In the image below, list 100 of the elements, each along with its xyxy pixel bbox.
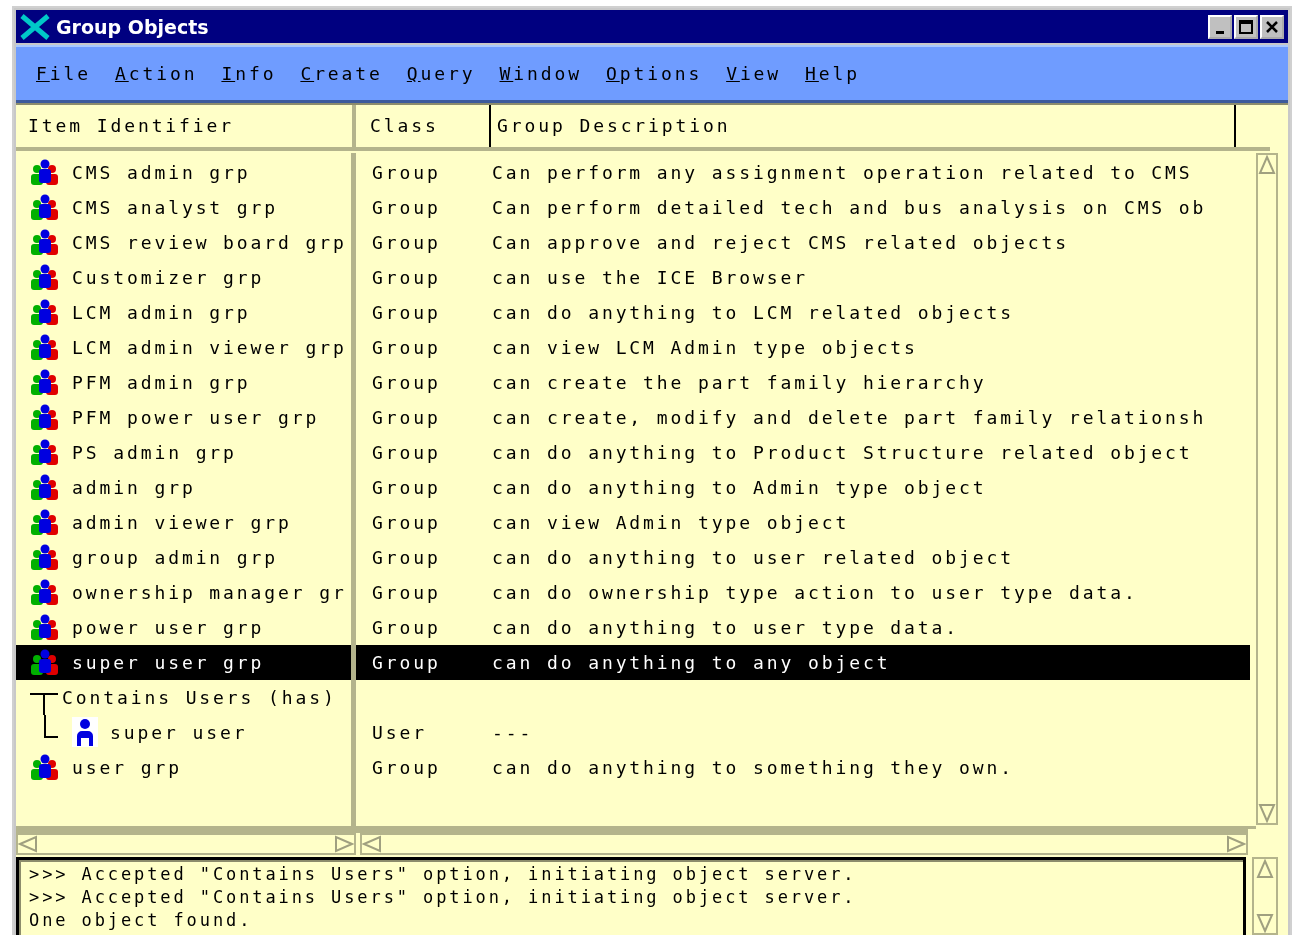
horizontal-scrollbar[interactable] [360, 832, 1248, 855]
item-name[interactable]: CMS analyst grp [72, 196, 279, 218]
vertical-scrollbar[interactable] [1252, 856, 1278, 935]
list-row[interactable]: super user [16, 714, 351, 750]
class-cell-text: Group [371, 266, 442, 288]
description-cell-text: can use the ICE Browser [492, 266, 809, 288]
class-cell-text: Group [371, 581, 442, 603]
description-cell-text: Can perform detailed tech and bus analysis on CMS ob [492, 196, 1208, 218]
person-icon [72, 717, 98, 748]
tree-node-label[interactable]: Contains Users (has) [62, 686, 337, 708]
group-icon [30, 544, 60, 571]
class-cell-text: Group [371, 196, 442, 218]
item-name[interactable]: admin viewer grp [72, 511, 292, 533]
item-name[interactable]: CMS review board grp [72, 231, 347, 253]
item-name[interactable]: PFM power user grp [72, 406, 320, 428]
class-cell-text: Group [371, 161, 442, 183]
list-row[interactable]: Contains Users (has) [16, 679, 351, 715]
item-name[interactable]: Customizer grp [72, 266, 265, 288]
message-line: One object found. [29, 908, 254, 932]
group-icon [30, 264, 60, 291]
window-title: Group Objects [56, 15, 210, 38]
list-row[interactable]: LCM admin grp [16, 294, 351, 330]
description-cell-text: can create the part family hierarchy [492, 371, 988, 393]
list-row[interactable]: ownership manager gr [16, 574, 351, 610]
item-name[interactable]: LCM admin grp [72, 301, 251, 323]
item-name[interactable]: PS admin grp [72, 441, 237, 463]
close-icon [1265, 19, 1279, 34]
menu-item[interactable]: View [726, 63, 782, 84]
description-cell-text: can do anything to LCM related objects [492, 301, 1015, 323]
minimize-button[interactable] [1208, 14, 1232, 39]
list-row[interactable]: super user grp [16, 644, 351, 680]
group-icon [30, 474, 60, 501]
group-icon [30, 299, 60, 326]
menu-item[interactable]: Action [114, 63, 198, 84]
description-cell-text: can do anything to Admin type object [492, 476, 988, 498]
group-icon [30, 439, 60, 466]
item-name[interactable]: super user [110, 721, 248, 743]
item-name[interactable]: LCM admin viewer grp [72, 336, 347, 358]
list-row[interactable]: admin grp [16, 469, 351, 505]
column-header[interactable]: Item Identifier [16, 104, 356, 147]
group-icon [30, 404, 60, 431]
item-name[interactable]: ownership manager gr [72, 581, 347, 603]
group-icon [30, 754, 60, 781]
list-row[interactable]: power user grp [16, 609, 351, 645]
group-icon [30, 509, 60, 536]
class-cell-text: Group [371, 511, 442, 533]
description-cell-text: can do anything to user type data. [492, 616, 961, 638]
description-cell-text: can view Admin type object [492, 511, 851, 533]
description-cell-text: can do anything to something they own. [492, 756, 1015, 778]
group-icon [30, 369, 60, 396]
menu-item[interactable]: Window [499, 63, 582, 84]
list-row[interactable]: CMS review board grp [16, 224, 351, 260]
scroll-right-icon [1226, 834, 1246, 853]
description-cell-text: can do anything to any object [492, 651, 892, 673]
item-name[interactable]: super user grp [72, 651, 265, 673]
column-header[interactable]: Group Description [491, 104, 1236, 147]
group-icon [30, 614, 60, 641]
minimize-icon [1216, 30, 1224, 34]
class-cell-text: Group [371, 476, 442, 498]
scroll-down-icon [1256, 911, 1274, 933]
message-line: >>> Accepted "Contains Users" option, initiating object server. [29, 885, 858, 909]
scroll-right-icon [334, 834, 354, 853]
item-name[interactable]: CMS admin grp [72, 161, 251, 183]
list-row[interactable]: PS admin grp [16, 434, 351, 470]
group-icon [30, 159, 60, 186]
item-name[interactable]: PFM admin grp [72, 371, 251, 393]
class-cell-text: Group [371, 756, 442, 778]
description-cell-text: Can perform any assignment operation related to CMS [492, 161, 1194, 183]
item-name[interactable]: user grp [72, 756, 182, 778]
list-row[interactable]: LCM admin viewer grp [16, 329, 351, 365]
item-name[interactable]: power user grp [72, 616, 265, 638]
close-button[interactable] [1260, 14, 1284, 39]
class-cell-text: Group [371, 336, 442, 358]
tree-branch-icon [44, 714, 60, 738]
list-row[interactable]: CMS admin grp [16, 154, 351, 190]
column-header[interactable]: Class [356, 104, 491, 147]
list-row[interactable]: user grp [16, 749, 351, 785]
list-row[interactable]: PFM admin grp [16, 364, 351, 400]
scroll-up-icon [1256, 858, 1274, 881]
class-cell-text: Group [371, 616, 442, 638]
scroll-left-icon [362, 834, 382, 853]
horizontal-scrollbar[interactable] [16, 832, 356, 855]
maximize-icon [1239, 19, 1253, 34]
description-cell-text: can view LCM Admin type objects [492, 336, 919, 358]
class-cell-text: User [371, 721, 428, 743]
item-name[interactable]: group admin grp [72, 546, 279, 568]
class-cell-text: Group [371, 406, 442, 428]
maximize-button[interactable] [1234, 14, 1258, 39]
scroll-up-icon [1258, 154, 1276, 177]
vertical-scrollbar[interactable] [1256, 152, 1278, 825]
item-name[interactable]: admin grp [72, 476, 196, 498]
list-row[interactable]: Customizer grp [16, 259, 351, 295]
group-icon [30, 229, 60, 256]
description-cell-text: can do ownership type action to user type data. [492, 581, 1139, 603]
list-row[interactable]: group admin grp [16, 539, 351, 575]
list-row[interactable]: admin viewer grp [16, 504, 351, 540]
list-row[interactable]: PFM power user grp [16, 399, 351, 435]
tree-connector-icon [30, 692, 58, 715]
scroll-left-icon [18, 834, 38, 853]
list-row[interactable]: CMS analyst grp [16, 189, 351, 225]
